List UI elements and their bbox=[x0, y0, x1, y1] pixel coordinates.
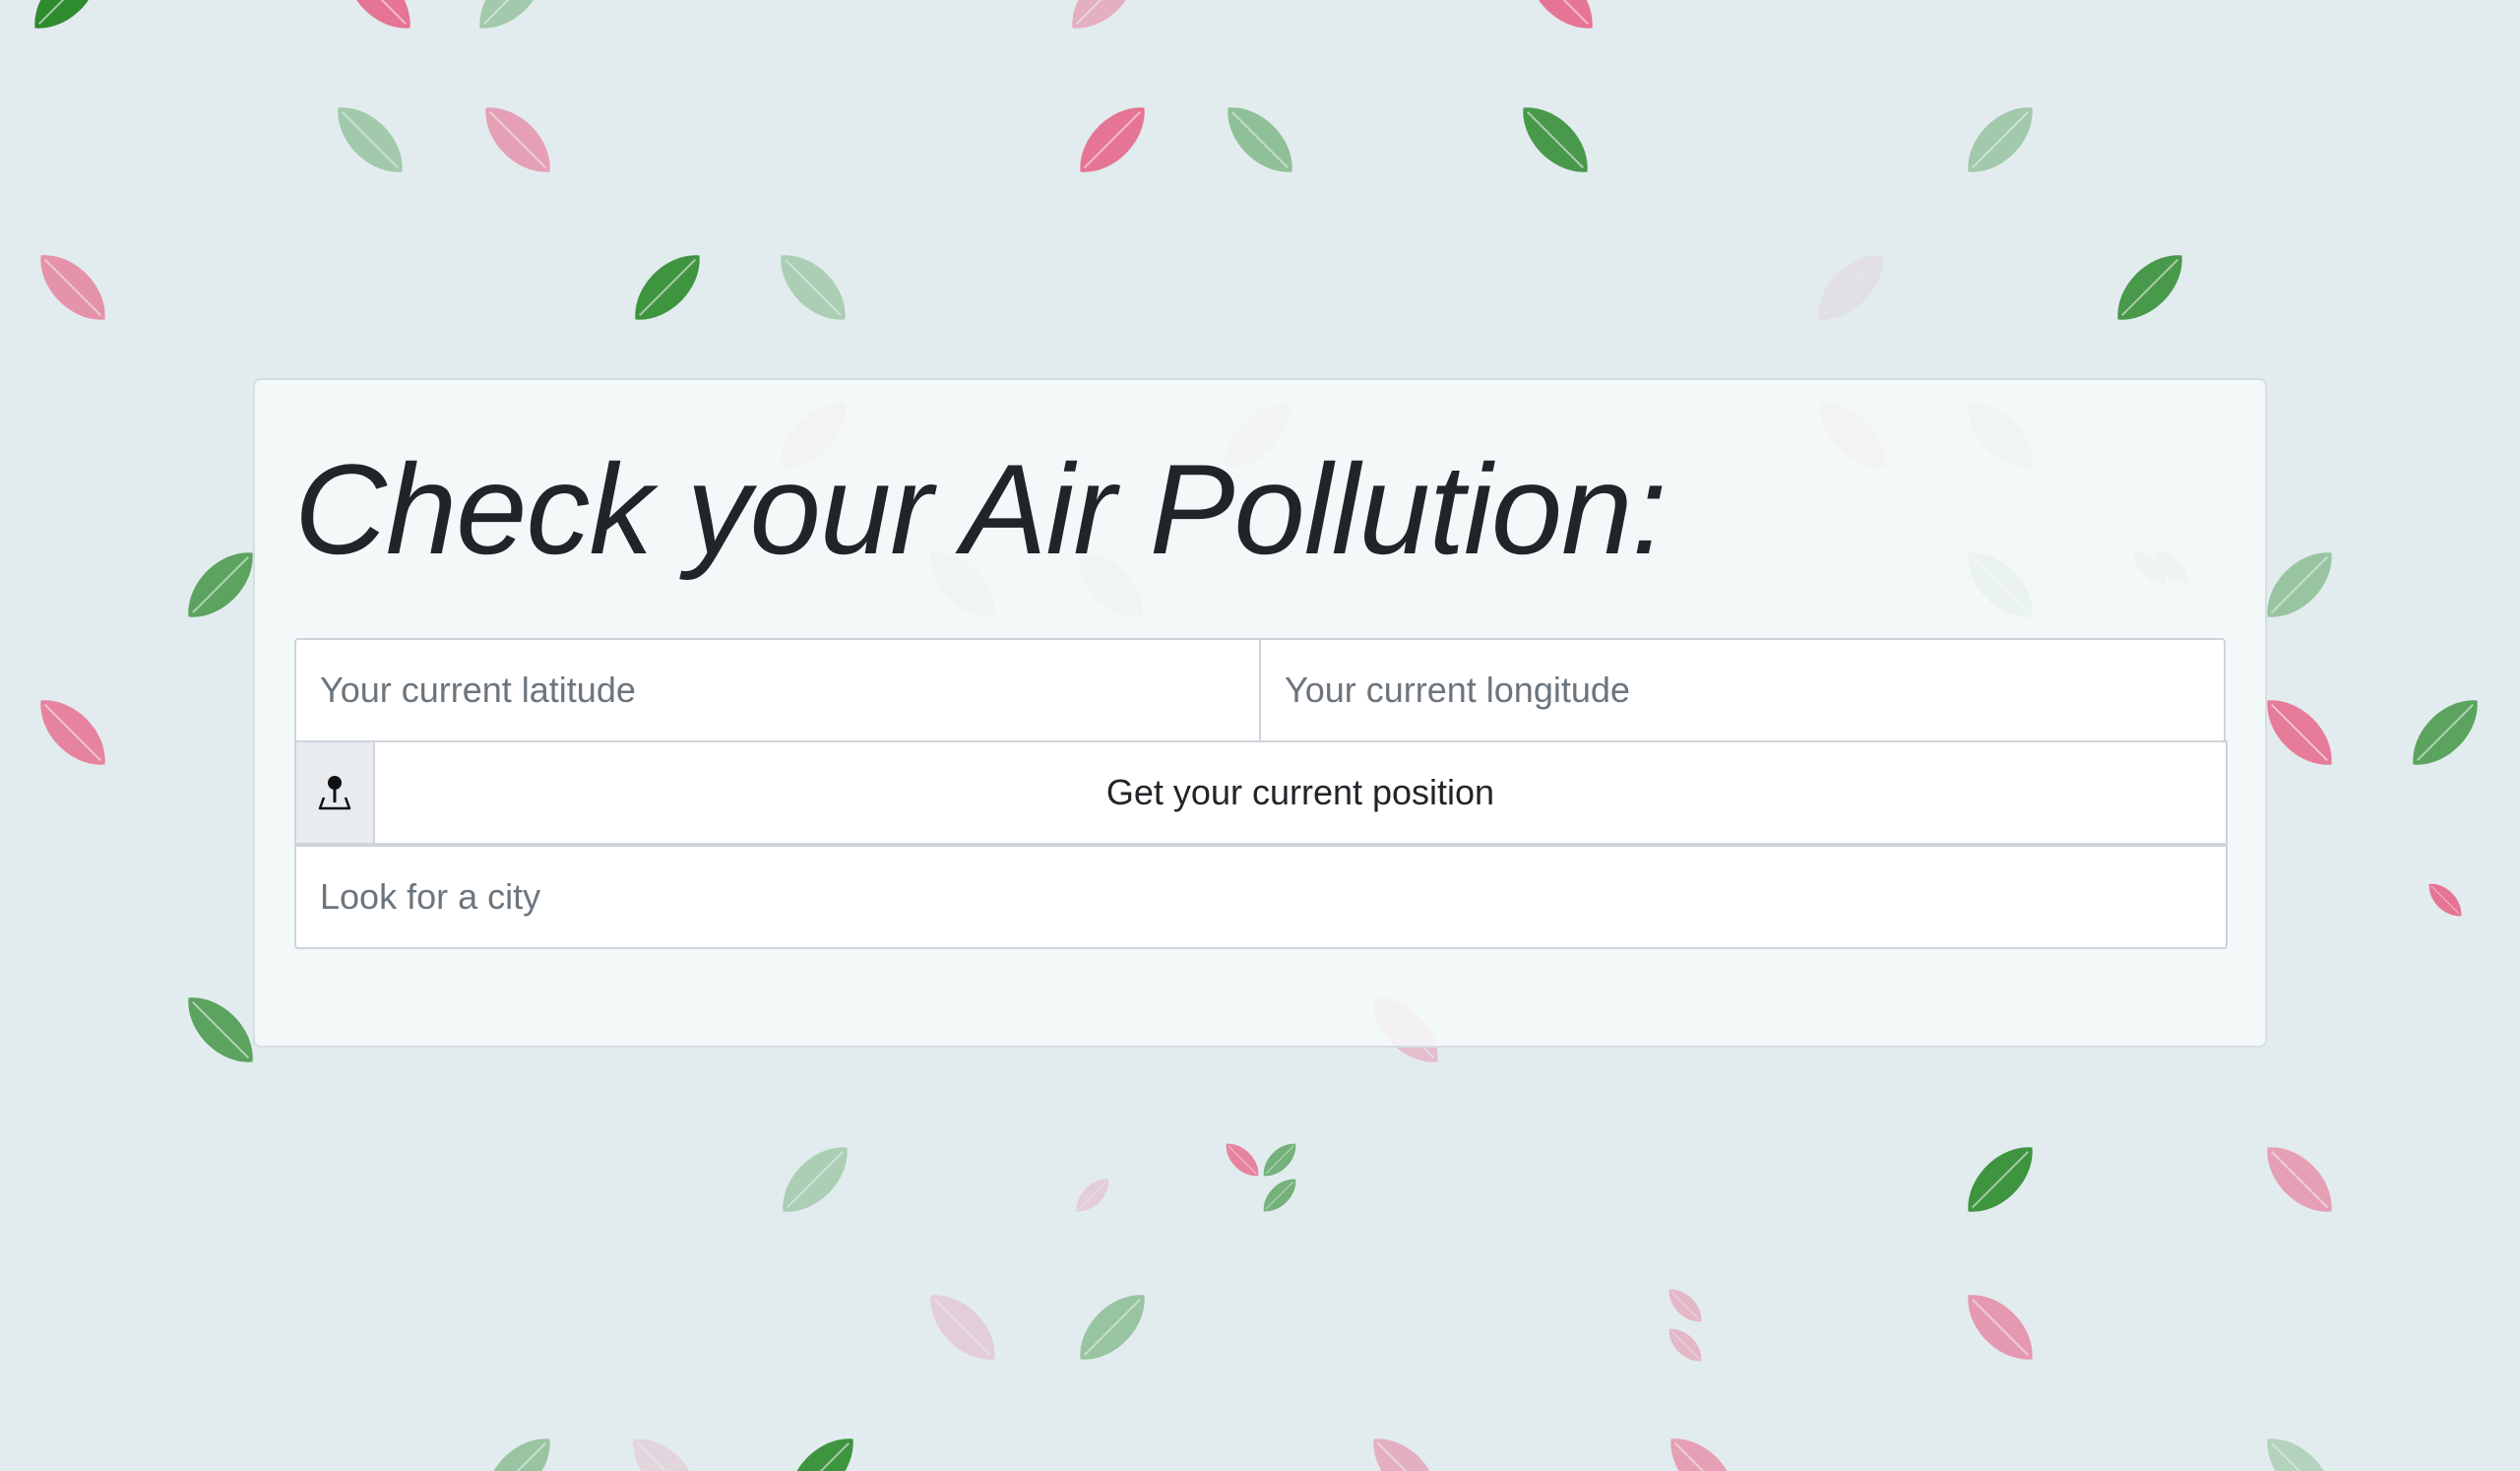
leaf-icon bbox=[1080, 107, 1145, 172]
leaf-icon bbox=[40, 255, 105, 320]
leaf-icon bbox=[930, 1295, 995, 1360]
leaf-icon bbox=[1670, 1439, 1735, 1471]
leaf-icon bbox=[1669, 1289, 1702, 1322]
leaf-icon bbox=[338, 107, 403, 172]
leaf-icon bbox=[485, 1439, 550, 1471]
get-current-position-button[interactable]: Get your current position bbox=[373, 740, 2228, 845]
leaf-icon bbox=[635, 255, 700, 320]
leaf-icon bbox=[1968, 1295, 2033, 1360]
leaf-icon bbox=[1263, 1143, 1296, 1177]
city-search-input[interactable] bbox=[294, 845, 2228, 949]
leaf-icon bbox=[783, 1147, 848, 1212]
page-title: Check your Air Pollution: bbox=[294, 437, 1668, 581]
leaf-icon bbox=[485, 107, 550, 172]
leaf-icon bbox=[633, 1439, 698, 1471]
leaf-icon bbox=[2267, 700, 2332, 765]
coordinates-input-group bbox=[294, 638, 2228, 742]
latitude-input[interactable] bbox=[294, 638, 1261, 742]
leaf-icon bbox=[1263, 1179, 1296, 1212]
leaf-icon bbox=[2267, 1439, 2332, 1471]
leaf-icon bbox=[479, 0, 544, 29]
longitude-input[interactable] bbox=[1259, 638, 2226, 742]
leaf-icon bbox=[1669, 1328, 1702, 1362]
position-input-group: Get your current position bbox=[294, 740, 2228, 847]
city-search-group bbox=[294, 845, 2228, 951]
leaf-icon bbox=[34, 0, 99, 29]
leaf-icon bbox=[1523, 107, 1588, 172]
leaf-icon bbox=[40, 700, 105, 765]
leaf-icon bbox=[1818, 255, 1883, 320]
leaf-icon bbox=[2267, 1147, 2332, 1212]
leaf-icon bbox=[1076, 1179, 1109, 1212]
leaf-icon bbox=[1528, 0, 1593, 29]
leaf-icon bbox=[1080, 1295, 1145, 1360]
leaf-icon bbox=[2117, 255, 2182, 320]
leaf-icon bbox=[788, 1439, 853, 1471]
leaf-icon bbox=[1226, 1143, 1259, 1177]
leaf-icon bbox=[1072, 0, 1137, 29]
leaf-icon bbox=[781, 255, 846, 320]
leaf-icon bbox=[2428, 883, 2462, 917]
leaf-icon bbox=[1228, 107, 1292, 172]
air-pollution-card: Check your Air Pollution: Get your curre… bbox=[253, 378, 2267, 1048]
leaf-icon bbox=[1968, 1147, 2033, 1212]
leaf-icon bbox=[1968, 107, 2033, 172]
map-pin-icon bbox=[294, 740, 375, 845]
leaf-icon bbox=[346, 0, 410, 29]
leaf-icon bbox=[2413, 700, 2478, 765]
leaf-icon bbox=[2267, 552, 2332, 617]
leaf-icon bbox=[1373, 1439, 1438, 1471]
